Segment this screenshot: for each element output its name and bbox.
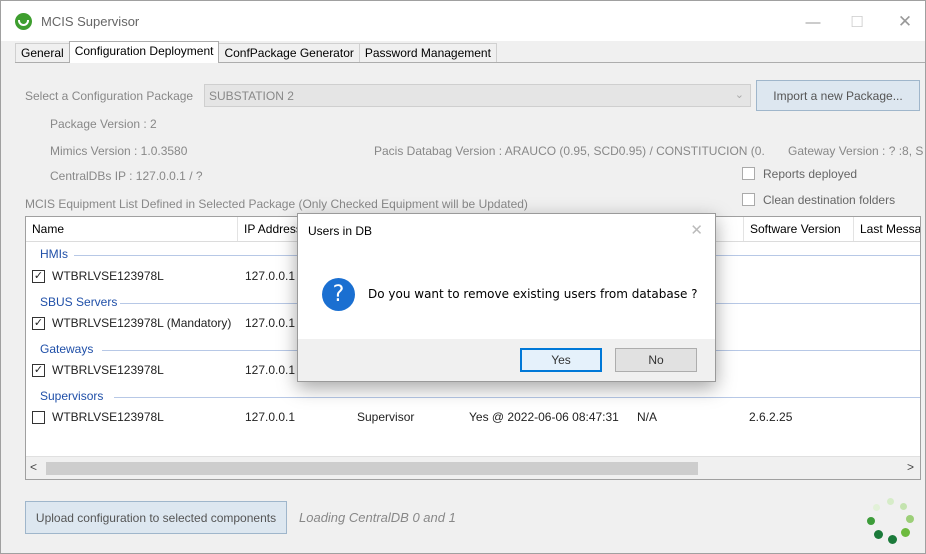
chevron-down-icon: ⌄ [734, 89, 744, 101]
package-select[interactable]: SUBSTATION 2 ⌄ [204, 84, 751, 107]
group-supervisors: Supervisors [40, 389, 104, 403]
close-window-button[interactable]: ✕ [887, 9, 923, 35]
row-checkbox[interactable]: ✓ [32, 364, 45, 377]
row-ip: 127.0.0.1 [245, 316, 296, 330]
row-type: Supervisor [357, 410, 415, 424]
row-name: WTBRLVSE123978L [52, 269, 164, 283]
row-checkbox[interactable]: ✓ [32, 317, 45, 330]
row-software-version: 2.6.2.25 [749, 410, 793, 424]
column-software-version[interactable]: Software Version [744, 217, 854, 241]
question-icon: ? [322, 278, 355, 311]
clean-destination-label: Clean destination folders [763, 193, 896, 207]
app-icon [15, 13, 32, 30]
package-select-value: SUBSTATION 2 [209, 89, 294, 103]
window-title: MCIS Supervisor [41, 14, 140, 29]
import-package-button[interactable]: Import a new Package... [756, 80, 920, 111]
upload-configuration-button[interactable]: Upload configuration to selected compone… [25, 501, 287, 534]
pacis-databag-version: Pacis Databag Version : ARAUCO (0.95, SC… [374, 144, 765, 158]
select-package-label: Select a Configuration Package [25, 89, 194, 103]
column-last-message[interactable]: Last Messa [854, 217, 920, 241]
column-name[interactable]: Name [26, 217, 238, 241]
equipment-list-label: MCIS Equipment List Defined in Selected … [25, 197, 528, 211]
minimize-button[interactable]: — [795, 9, 831, 35]
gateway-version: Gateway Version : ? :8, S [788, 144, 924, 158]
row-ip: 127.0.0.1 [245, 410, 296, 424]
dialog-title: Users in DB [308, 224, 373, 238]
row-ip: 127.0.0.1 [245, 363, 296, 377]
dialog-message: Do you want to remove existing users fro… [368, 287, 698, 301]
yes-button[interactable]: Yes [520, 348, 602, 372]
users-in-db-dialog: Users in DB ✕ ? Do you want to remove ex… [297, 213, 716, 382]
row-status: Yes @ 2022-06-06 08:47:31 [469, 410, 619, 424]
row-ip: 127.0.0.1 [245, 269, 296, 283]
row-checkbox[interactable] [32, 411, 45, 424]
loading-spinner-icon [865, 497, 915, 547]
group-hmis: HMIs [40, 247, 68, 261]
row-checkbox[interactable]: ✓ [32, 270, 45, 283]
group-divider [114, 397, 920, 398]
scroll-right-icon[interactable]: > [907, 460, 914, 474]
main-window: MCIS Supervisor — ☐ ✕ General Configurat… [0, 0, 926, 554]
centraldb-ip: CentralDBs IP : 127.0.0.1 / ? [50, 169, 203, 183]
no-button[interactable]: No [615, 348, 697, 372]
dialog-body: Users in DB ✕ ? Do you want to remove ex… [298, 214, 715, 339]
tab-password-management[interactable]: Password Management [358, 43, 497, 63]
group-gateways: Gateways [40, 342, 94, 356]
dialog-close-icon[interactable]: ✕ [690, 221, 703, 239]
row-name: WTBRLVSE123978L [52, 410, 164, 424]
reports-deployed-checkbox[interactable] [742, 167, 755, 180]
mimics-version: Mimics Version : 1.0.3580 [50, 144, 188, 158]
package-version: Package Version : 2 [50, 117, 157, 131]
title-bar: MCIS Supervisor — ☐ ✕ [1, 1, 925, 41]
row-name: WTBRLVSE123978L (Mandatory) [52, 316, 232, 330]
maximize-button[interactable]: ☐ [839, 9, 875, 35]
row-extra: N/A [637, 410, 658, 424]
reports-deployed-label: Reports deployed [763, 167, 858, 181]
horizontal-scrollbar[interactable]: < > [26, 456, 920, 479]
tab-general[interactable]: General [15, 43, 70, 63]
tab-strip: General Configuration Deployment ConfPac… [15, 41, 497, 63]
scrollbar-thumb[interactable] [46, 462, 698, 475]
clean-destination-checkbox[interactable] [742, 193, 755, 206]
group-sbus-servers: SBUS Servers [40, 295, 118, 309]
tab-confpackage-generator[interactable]: ConfPackage Generator [218, 43, 360, 63]
row-name: WTBRLVSE123978L [52, 363, 164, 377]
loading-status: Loading CentralDB 0 and 1 [299, 510, 456, 525]
tab-configuration-deployment[interactable]: Configuration Deployment [68, 41, 220, 63]
scroll-left-icon[interactable]: < [30, 460, 37, 474]
